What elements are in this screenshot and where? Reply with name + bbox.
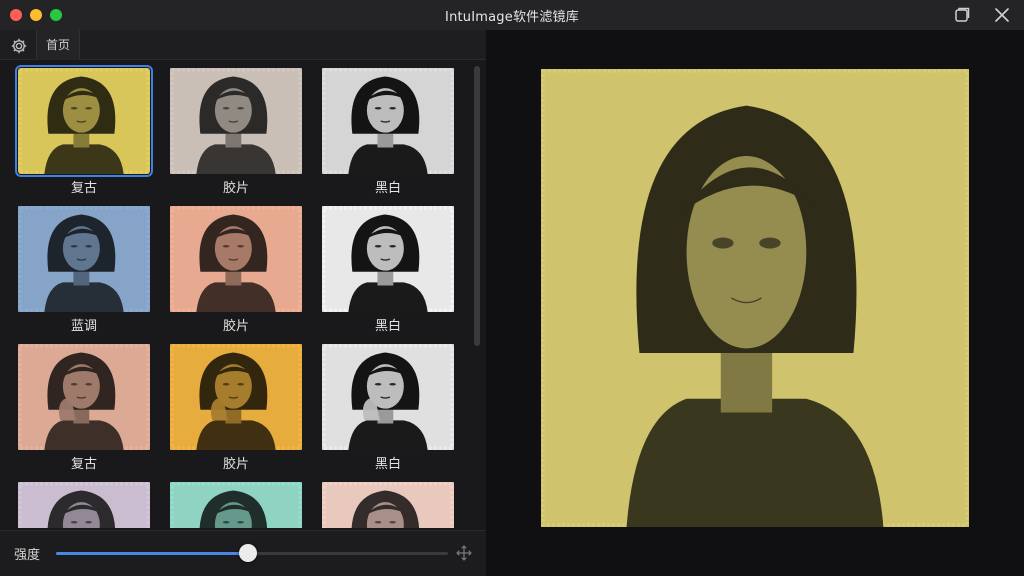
filter-card[interactable]: 复古 (15, 65, 153, 196)
filter-label: 胶片 (222, 319, 249, 334)
close-icon[interactable] (992, 5, 1012, 25)
filter-card[interactable]: 胶片 (168, 344, 304, 472)
filter-thumbnail[interactable] (18, 206, 150, 312)
filter-card[interactable]: 黑白 (320, 206, 456, 334)
filter-label: 黑白 (374, 181, 401, 196)
filter-thumbnail[interactable] (170, 68, 302, 174)
intensity-label: 强度 (14, 548, 41, 563)
preview-panel (486, 30, 1024, 576)
filter-label: 黑白 (374, 457, 401, 472)
filter-label: 蓝调 (70, 319, 97, 334)
filter-thumbnail[interactable] (170, 344, 302, 450)
filter-label: 胶片 (222, 457, 249, 472)
filter-thumbnail[interactable] (18, 344, 150, 450)
filter-card[interactable]: 胶片 (168, 68, 304, 196)
settings-gear-icon[interactable] (10, 37, 28, 55)
filter-card[interactable]: 黑白 (320, 344, 456, 472)
filter-thumbnail[interactable] (322, 68, 454, 174)
filter-label: 黑白 (374, 319, 401, 334)
filter-thumbnail[interactable] (170, 482, 302, 528)
title-bar: IntuImage软件滤镜库 (0, 0, 1024, 30)
intensity-control: 强度 (0, 530, 486, 576)
filter-card[interactable] (16, 482, 152, 528)
intensity-slider[interactable] (56, 544, 448, 562)
window-title: IntuImage软件滤镜库 (445, 10, 579, 25)
filter-card[interactable]: 胶片 (168, 206, 304, 334)
filter-grid: 复古 胶片 黑白 蓝调 胶片 黑白 复古 胶片 黑白 (0, 61, 486, 528)
filter-card[interactable]: 复古 (16, 344, 152, 472)
filter-label: 胶片 (222, 181, 249, 196)
preview-image (541, 69, 969, 527)
filter-thumbnail[interactable] (322, 344, 454, 450)
filter-thumbnail[interactable] (170, 206, 302, 312)
move-icon[interactable] (456, 545, 472, 561)
filter-card[interactable]: 蓝调 (16, 206, 152, 334)
filter-thumbnail[interactable] (322, 206, 454, 312)
intensity-slider-thumb[interactable] (239, 544, 258, 562)
intensity-slider-fill (56, 552, 249, 555)
tab-home[interactable]: 首页 (36, 30, 81, 60)
filter-card[interactable] (320, 482, 456, 528)
filter-thumbnail[interactable] (322, 482, 454, 528)
filter-label: 复古 (70, 181, 97, 196)
filter-card[interactable]: 黑白 (320, 68, 456, 196)
filter-library-panel: 首页 复古 胶片 黑白 蓝调 胶片 黑白 复古 胶片 黑白 强度 (0, 30, 486, 576)
filter-thumbnail[interactable] (18, 482, 150, 528)
grid-scrollbar[interactable] (474, 66, 480, 346)
filter-card[interactable] (168, 482, 304, 528)
tab-bar: 首页 (0, 30, 486, 60)
filter-thumbnail[interactable] (15, 65, 153, 177)
restore-icon[interactable] (952, 5, 972, 25)
filter-label: 复古 (70, 457, 97, 472)
